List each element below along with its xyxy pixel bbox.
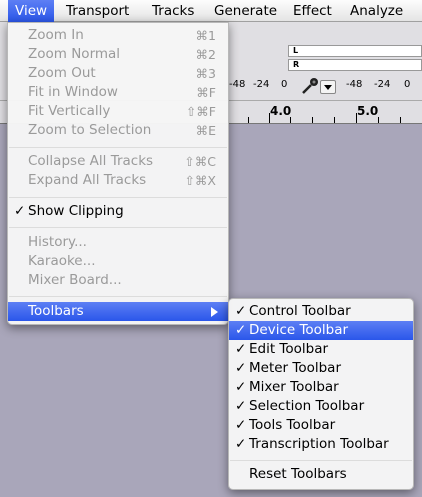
submenu-arrow-icon (211, 307, 218, 317)
menu-separator (9, 227, 227, 228)
submenu-item-selection-toolbar[interactable]: ✓ Selection Toolbar (229, 397, 413, 416)
menu-item-show-clipping[interactable]: ✓ Show Clipping (8, 202, 228, 221)
checkmark-icon: ✓ (235, 322, 247, 338)
checkmark-icon: ✓ (235, 341, 247, 357)
menu-effect[interactable]: Effect (286, 0, 339, 22)
ruler-tick (312, 117, 313, 123)
submenu-item-tools-toolbar[interactable]: ✓ Tools Toolbar (229, 416, 413, 435)
checkmark-icon: ✓ (14, 203, 26, 219)
ruler-tick (269, 113, 270, 123)
chevron-down-icon[interactable] (320, 80, 336, 94)
submenu-item-reset-toolbars[interactable]: Reset Toolbars (229, 465, 413, 484)
submenu-item-edit-toolbar[interactable]: ✓ Edit Toolbar (229, 340, 413, 359)
submenu-item-mixer-toolbar[interactable]: ✓ Mixer Toolbar (229, 378, 413, 397)
checkmark-icon: ✓ (235, 360, 247, 376)
menu-tracks[interactable]: Tracks (145, 0, 201, 22)
menu-bar: View Transport Tracks Generate Effect An… (0, 0, 422, 22)
meter-tick: 0 (404, 79, 411, 90)
checkmark-icon: ✓ (235, 303, 247, 319)
menu-view[interactable]: View (8, 0, 55, 22)
menu-item-zoom-out[interactable]: Zoom Out ⌘3 (8, 64, 228, 83)
submenu-item-transcription-toolbar[interactable]: ✓ Transcription Toolbar (229, 435, 413, 454)
menu-item-zoom-normal[interactable]: Zoom Normal ⌘2 (8, 45, 228, 64)
meter-tick: 0 (281, 79, 288, 90)
menu-item-karaoke[interactable]: Karaoke... (8, 252, 228, 271)
menu-separator (9, 197, 227, 198)
menu-item-zoom-in[interactable]: Zoom In ⌘1 (8, 26, 228, 45)
view-menu: Zoom In ⌘1 Zoom Normal ⌘2 Zoom Out ⌘3 Fit i… (7, 22, 229, 325)
menu-separator (230, 460, 412, 461)
meter-tick: -48 (346, 79, 363, 90)
menu-generate[interactable]: Generate (207, 0, 284, 22)
menu-separator (9, 296, 227, 297)
menu-separator (9, 147, 227, 148)
menu-item-expand-all-tracks[interactable]: Expand All Tracks ⇧⌘X (8, 171, 228, 190)
meter-right-channel[interactable]: R (288, 59, 422, 71)
submenu-item-control-toolbar[interactable]: ✓ Control Toolbar (229, 302, 413, 321)
meter-left-channel[interactable]: L (288, 45, 422, 57)
ruler-tick (356, 113, 357, 123)
microphone-icon[interactable] (298, 76, 322, 96)
menu-item-fit-vertically[interactable]: Fit Vertically ⇧⌘F (8, 102, 228, 121)
meter-tick: -24 (374, 79, 391, 90)
checkmark-icon: ✓ (235, 379, 247, 395)
toolbars-submenu: ✓ Control Toolbar ✓ Device Toolbar ✓ Edi… (228, 298, 414, 490)
menu-item-zoom-to-selection[interactable]: Zoom to Selection ⌘E (8, 121, 228, 140)
menu-item-toolbars[interactable]: Toolbars (8, 302, 228, 321)
checkmark-icon: ✓ (235, 436, 247, 452)
meter-tick: -24 (253, 79, 270, 90)
submenu-item-meter-toolbar[interactable]: ✓ Meter Toolbar (229, 359, 413, 378)
ruler-label: 5.0 (357, 104, 379, 118)
menu-item-mixer-board[interactable]: Mixer Board... (8, 271, 228, 290)
menu-item-fit-in-window[interactable]: Fit in Window ⌘F (8, 83, 228, 102)
menu-item-collapse-all-tracks[interactable]: Collapse All Tracks ⇧⌘C (8, 152, 228, 171)
menu-transport[interactable]: Transport (59, 0, 136, 22)
checkmark-icon: ✓ (235, 417, 247, 433)
ruler-tick (248, 117, 249, 123)
meter-tick: -48 (229, 79, 246, 90)
ruler-tick (334, 117, 335, 123)
ruler-tick (378, 117, 379, 123)
menu-item-history[interactable]: History... (8, 233, 228, 252)
ruler-tick (290, 117, 291, 123)
menu-analyze[interactable]: Analyze (343, 0, 410, 22)
ruler-tick (400, 117, 401, 123)
submenu-item-device-toolbar[interactable]: ✓ Device Toolbar (229, 321, 413, 340)
checkmark-icon: ✓ (235, 398, 247, 414)
ruler-label: 4.0 (270, 104, 292, 118)
